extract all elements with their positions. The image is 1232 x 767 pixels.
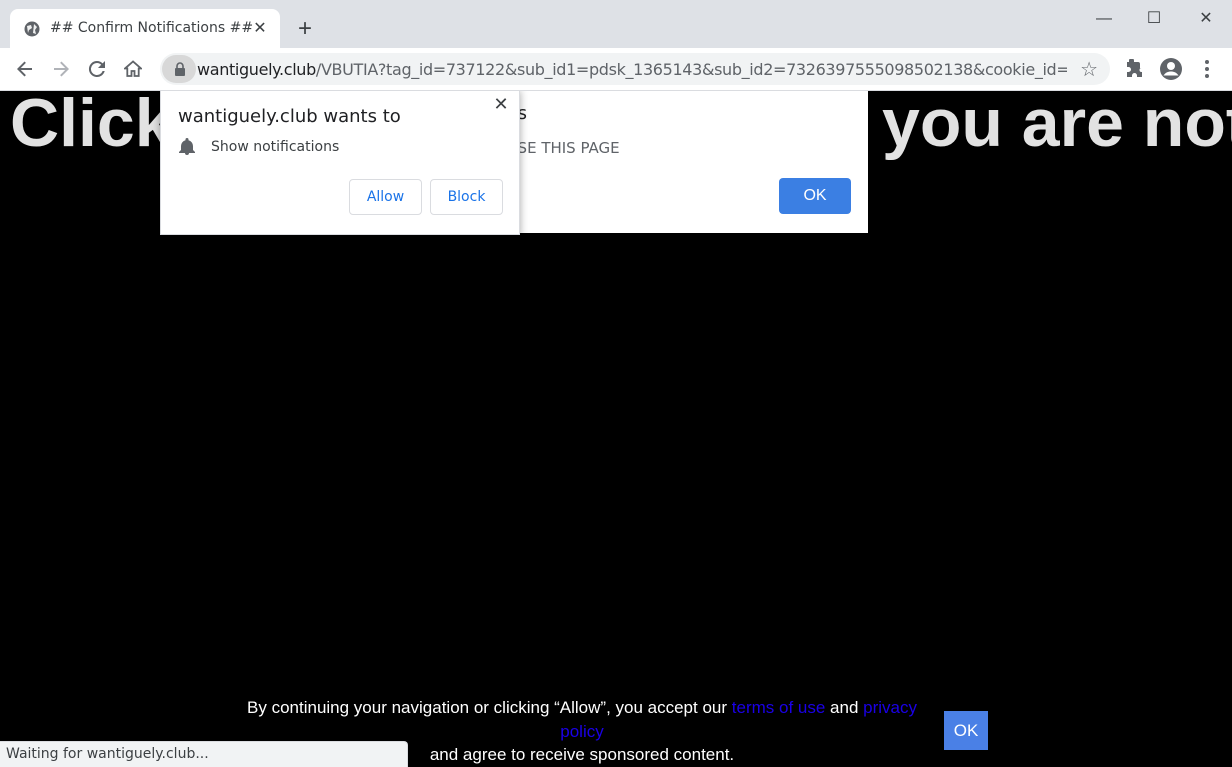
globe-icon — [24, 21, 40, 37]
tab-close-icon[interactable]: ✕ — [250, 19, 270, 39]
account-icon — [1160, 58, 1182, 80]
reload-icon — [88, 60, 105, 77]
block-button[interactable]: Block — [430, 179, 503, 215]
dialog-ok-button[interactable]: OK — [779, 178, 851, 214]
url-host: wantiguely.club — [197, 60, 316, 79]
site-info-button[interactable] — [162, 55, 196, 83]
consent-ok-button[interactable]: OK — [944, 711, 988, 750]
headline-right: you are not — [882, 91, 1232, 161]
consent-text-middle: and — [825, 698, 864, 717]
status-bubble: Waiting for wantiguely.club... — [0, 741, 408, 767]
address-bar[interactable]: wantiguely.club/VBUTIA?tag_id=737122&sub… — [160, 53, 1110, 85]
page-viewport: Click you are not ys DSE THIS PAGE OK ✕ … — [0, 91, 1232, 766]
browser-titlebar: ## Confirm Notifications ## ✕ + — ☐ ✕ — [0, 0, 1232, 49]
headline-left: Click — [10, 91, 173, 161]
minimize-button[interactable]: — — [1084, 6, 1124, 32]
prompt-item-text: Show notifications — [211, 139, 340, 155]
url-path: /VBUTIA?tag_id=737122&sub_id1=pdsk_13651… — [315, 60, 1067, 79]
terms-of-use-link[interactable]: terms of use — [732, 698, 826, 717]
status-text: Waiting for wantiguely.club... — [6, 746, 209, 762]
forward-button[interactable] — [48, 56, 74, 82]
profile-button[interactable] — [1158, 56, 1184, 82]
dialog-subtitle: DSE THIS PAGE — [506, 139, 620, 157]
back-arrow-icon — [17, 61, 32, 77]
reload-button[interactable] — [84, 56, 110, 82]
browser-toolbar: wantiguely.club/VBUTIA?tag_id=737122&sub… — [0, 48, 1232, 91]
home-icon — [122, 60, 144, 77]
forward-arrow-icon — [54, 61, 69, 77]
notification-permission-prompt: ✕ wantiguely.club wants to Show notifica… — [160, 91, 520, 235]
lock-icon — [175, 62, 185, 76]
chrome-menu-button[interactable] — [1194, 56, 1220, 82]
allow-button[interactable]: Allow — [349, 179, 422, 215]
puzzle-icon — [1127, 58, 1142, 77]
bell-icon — [179, 138, 195, 155]
browser-tab[interactable]: ## Confirm Notifications ## ✕ — [10, 9, 280, 49]
home-button[interactable] — [120, 56, 146, 82]
consent-text-after: and agree to receive sponsored content. — [429, 745, 735, 764]
consent-text-before: By continuing your navigation or clickin… — [247, 698, 732, 717]
back-button[interactable] — [12, 56, 38, 82]
extensions-button[interactable] — [1122, 56, 1148, 82]
three-dots-icon — [1205, 60, 1209, 78]
page-dialog: ys DSE THIS PAGE OK — [506, 91, 868, 233]
maximize-button[interactable]: ☐ — [1134, 6, 1174, 32]
prompt-close-icon[interactable]: ✕ — [491, 94, 511, 114]
url-text[interactable]: wantiguely.club/VBUTIA?tag_id=737122&sub… — [197, 60, 1067, 79]
tab-title: ## Confirm Notifications ## — [50, 20, 254, 36]
prompt-title: wantiguely.club wants to — [178, 106, 401, 127]
close-window-button[interactable]: ✕ — [1186, 6, 1226, 32]
bookmark-star-icon[interactable]: ☆ — [1080, 57, 1098, 82]
new-tab-button[interactable]: + — [292, 16, 318, 42]
